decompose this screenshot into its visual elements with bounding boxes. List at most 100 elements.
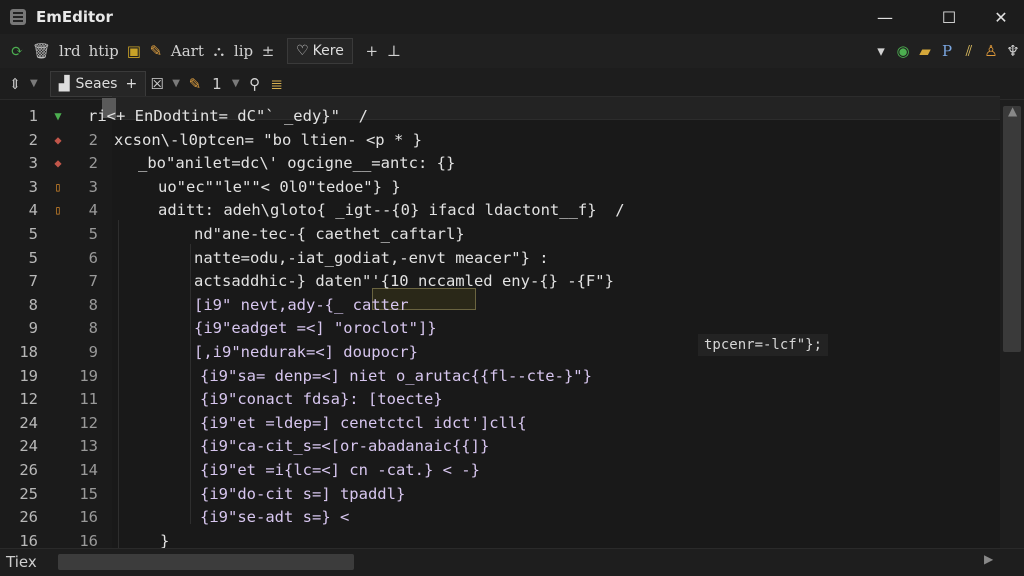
- search-tab-label: Seaes: [75, 75, 118, 92]
- line-number: 26: [19, 508, 38, 527]
- bookmark-icon[interactable]: ◆: [52, 128, 64, 152]
- code-text: uo"ec""le""< 0l0"tedoe"} }: [158, 177, 401, 196]
- pencil-icon[interactable]: ✎: [145, 38, 167, 64]
- add-tab-icon[interactable]: +: [125, 76, 137, 92]
- line-number-secondary: 8: [88, 295, 98, 314]
- line-number-secondary: 16: [79, 508, 98, 527]
- line-number: 5: [28, 248, 38, 267]
- line-number: 1: [28, 107, 38, 125]
- line-number: 24: [19, 413, 38, 432]
- code-line[interactable]: 5 6 natte=odu,-iat_godiat,-envt meacer"} :: [0, 246, 1000, 270]
- line-number: 8: [28, 295, 38, 314]
- plus-minus-icon[interactable]: ±: [257, 38, 279, 64]
- code-text: xcson\-l0ptcen= "bo ltien- <p * }: [114, 130, 422, 149]
- fold-arrow-icon[interactable]: ▼: [52, 104, 64, 128]
- line-number-secondary: 6: [88, 248, 98, 267]
- dropdown-icon[interactable]: ▼: [228, 78, 244, 89]
- code-text: ri<+ EnDodtint= dC"` _edy}" /: [88, 107, 368, 125]
- line-number-secondary: 14: [79, 461, 98, 479]
- code-line[interactable]: 25 15 {i9"do-cit s=] tpaddl}: [0, 482, 1000, 506]
- title-bar: EmEditor — ☐ ✕: [0, 0, 1024, 34]
- maximize-button[interactable]: ☐: [926, 0, 972, 34]
- code-text: nd"ane-tec-{ caethet_caftarl}: [194, 225, 465, 243]
- code-line[interactable]: 12 11 {i9"conact fdsa}: [toecte}: [0, 387, 1000, 411]
- scroll-right-icon[interactable]: ▶: [984, 552, 993, 566]
- line-number: 7: [28, 272, 38, 291]
- line-number: 5: [28, 225, 38, 243]
- code-line[interactable]: 24 12 {i9"et =ldep=] cenetctcl idct']cll{: [0, 411, 1000, 435]
- status-text: Tiex: [6, 553, 37, 571]
- tab-kere[interactable]: ♡ Kere: [287, 38, 353, 64]
- vertical-scroll-thumb[interactable]: [1003, 106, 1021, 352]
- pin-icon: ▟: [58, 75, 70, 92]
- window-title: EmEditor: [36, 8, 113, 26]
- line-number: 2: [28, 130, 38, 149]
- heart-icon: ♡: [296, 43, 309, 59]
- line-number-secondary: 2: [88, 154, 98, 173]
- text-lip[interactable]: lip: [230, 38, 257, 64]
- line-number: 12: [19, 390, 38, 409]
- stack-icon[interactable]: ≣: [266, 71, 288, 97]
- close-search-icon[interactable]: ☒: [146, 71, 168, 97]
- code-text: {i9"conact fdsa}: [toecte}: [200, 390, 443, 409]
- folder-icon[interactable]: ▰: [914, 38, 936, 64]
- code-line[interactable]: 7 7 actsaddhic-} daten"'{10 nccamled eny-{…: [0, 269, 1000, 293]
- code-line[interactable]: 18 9 [,i9"nedurak=<] doupocr}: [0, 340, 1000, 364]
- line-number-secondary: 15: [79, 484, 98, 503]
- window-icon[interactable]: ▣: [123, 38, 145, 64]
- code-line[interactable]: 19 19 {i9"sa= denp=<] niet o_arutac{{fl--c…: [0, 364, 1000, 388]
- line-number-secondary: 4: [88, 201, 98, 220]
- code-line[interactable]: 8 8 [i9" nevt,ady-{_ catter: [0, 293, 1000, 317]
- code-line[interactable]: 4 ▯ 4 aditt: adeh\gloto{ _igt--{0} ifacd ld…: [0, 198, 1000, 222]
- scroll-up-icon[interactable]: ▲: [1008, 104, 1017, 118]
- user-icon[interactable]: ♙: [980, 38, 1002, 64]
- line-number: 19: [19, 366, 38, 385]
- column-icon[interactable]: ⫽: [958, 38, 980, 64]
- plus-icon[interactable]: +: [361, 38, 383, 64]
- trash-icon[interactable]: 🗑: [28, 38, 55, 64]
- arrows-icon[interactable]: ⇕: [4, 71, 26, 97]
- code-line[interactable]: 2 ◆ 2 xcson\-l0ptcen= "bo ltien- <p * }: [0, 128, 1000, 152]
- line-number-secondary: 3: [88, 177, 98, 196]
- horizontal-scroll-thumb[interactable]: [58, 554, 354, 570]
- code-line[interactable]: 3 ◆ 2 _bo"anilet=dc\' ogcigne__=antc: {}: [0, 151, 1000, 175]
- line-number: 26: [19, 461, 38, 479]
- tree-icon[interactable]: ⛬: [208, 38, 230, 64]
- code-line[interactable]: 24 13 {i9"ca-cit_s=<[or-abadanaic{{]}: [0, 434, 1000, 458]
- close-button[interactable]: ✕: [978, 0, 1024, 34]
- line-number-secondary: 8: [88, 319, 98, 338]
- code-line[interactable]: 26 16 {i9"se-adt s=} <: [0, 505, 1000, 529]
- brush-icon[interactable]: ✎: [184, 71, 206, 97]
- code-line[interactable]: 9 8 {i9"eadget =<] "oroclot"]}: [0, 316, 1000, 340]
- text-aart[interactable]: Aart: [167, 38, 208, 64]
- text-lrd[interactable]: lrd: [55, 38, 85, 64]
- marker-icon[interactable]: ▯: [52, 198, 64, 222]
- globe-icon[interactable]: ◉: [892, 38, 914, 64]
- dropdown-icon[interactable]: ▾: [870, 38, 892, 64]
- search-icon[interactable]: ⚲: [244, 71, 266, 97]
- bookmark-icon[interactable]: ◆: [52, 151, 64, 175]
- code-text: {i9"et =i{lc=<] cn -cat.} < -}: [200, 461, 480, 479]
- line-number: 18: [19, 343, 38, 361]
- dropdown-icon[interactable]: ▼: [168, 78, 184, 89]
- code-text: {i9"ca-cit_s=<[or-abadanaic{{]}: [200, 437, 490, 456]
- code-line[interactable]: 26 14 {i9"et =i{lc=<] cn -cat.} < -}: [0, 458, 1000, 482]
- minimize-button[interactable]: —: [862, 0, 908, 34]
- marker-icon[interactable]: ▯: [52, 175, 64, 199]
- dropdown-icon[interactable]: ▼: [26, 78, 42, 89]
- line-number-secondary: 19: [79, 366, 98, 385]
- text-htip[interactable]: htip: [85, 38, 123, 64]
- p-icon[interactable]: P: [936, 38, 958, 64]
- app-icon: [10, 9, 26, 25]
- code-text: natte=odu,-iat_godiat,-envt meacer"} :: [194, 248, 549, 267]
- code-line[interactable]: 3 ▯ 3 uo"ec""le""< 0l0"tedoe"} }: [0, 175, 1000, 199]
- code-line[interactable]: 1 ▼ ri<+ EnDodtint= dC"` _edy}" /: [0, 104, 1000, 128]
- script-icon[interactable]: ♆: [1002, 38, 1024, 64]
- main-toolbar: ⟳ 🗑 lrd htip ▣ ✎ Aart ⛬ lip ± ♡ Kere + ⊥ ▾ ◉ ▰ P ⫽ ♙ ♆: [0, 34, 1024, 68]
- line-number: 9: [28, 319, 38, 338]
- bar-icon[interactable]: ⊥: [383, 38, 405, 64]
- refresh-icon[interactable]: ⟳: [6, 38, 28, 64]
- code-text: {i9"se-adt s=} <: [200, 508, 350, 527]
- code-line[interactable]: 5 5 nd"ane-tec-{ caethet_caftarl}: [0, 222, 1000, 246]
- search-tab[interactable]: ▟ Seaes +: [49, 70, 147, 97]
